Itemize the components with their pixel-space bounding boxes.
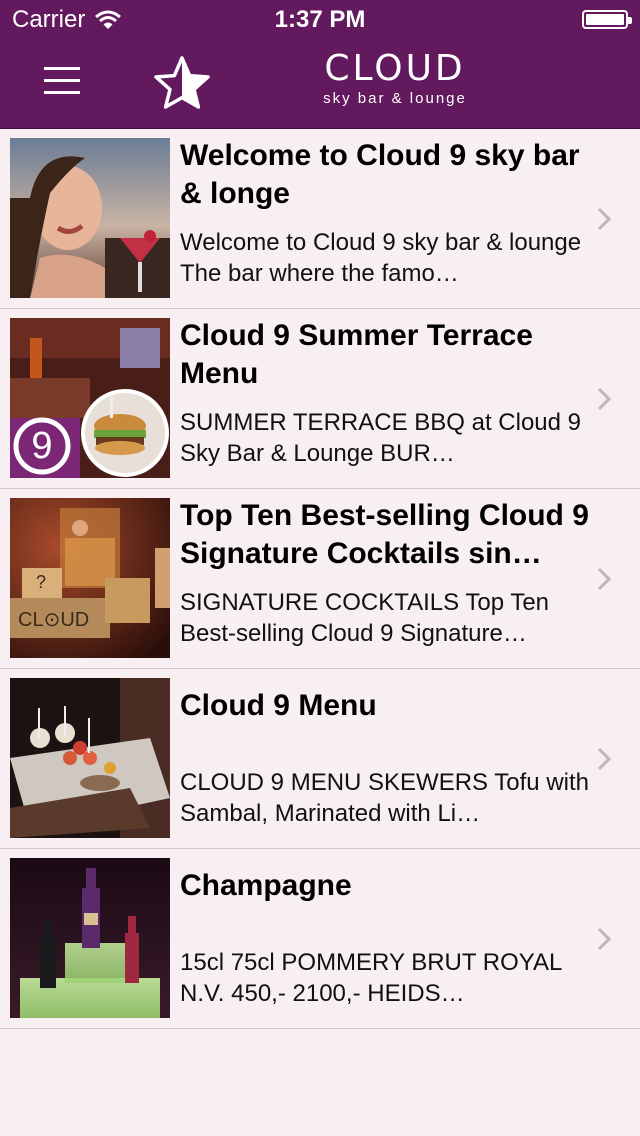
thumbnail-woman-cocktail <box>10 138 170 298</box>
item-title: Champagne <box>180 869 352 902</box>
battery-icon <box>582 10 632 29</box>
hamburger-icon[interactable] <box>38 60 86 100</box>
chevron-right-icon <box>597 567 612 591</box>
item-description: SIGNATURE COCKTAILS Top Ten Best-selling… <box>180 589 550 647</box>
svg-text:CL⊙UD: CL⊙UD <box>18 609 89 631</box>
item-title: Cloud 9 Menu <box>180 689 377 722</box>
item-description: 15cl 75cl POMMERY BRUT ROYAL N.V. 450,- … <box>180 949 562 1007</box>
item-title: Top Ten Best-selling Cloud 9 Signature C… <box>180 499 589 570</box>
item-description: CLOUD 9 MENU SKEWERS Tofu with Sambal, M… <box>180 769 589 827</box>
thumbnail-terrace-burger: 9 <box>10 318 170 478</box>
item-description: SUMMER TERRACE BBQ at Cloud 9 Sky Bar & … <box>180 409 582 467</box>
cloud-logo: CLOUD sky bar & lounge <box>310 50 480 114</box>
article-list: Welcome to Cloud 9 sky bar & longe Welco… <box>0 129 640 1029</box>
nav-header: Carrier 1:37 PM CLOUD sky bar & lounge <box>0 0 640 129</box>
list-item[interactable]: CL⊙UD ? Top Ten Best-selling Cloud 9 Sig… <box>0 489 640 669</box>
chevron-right-icon <box>597 387 612 411</box>
thumbnail-champagne-bottles <box>10 858 170 1018</box>
svg-text:?: ? <box>36 572 46 592</box>
svg-text:9: 9 <box>31 425 52 467</box>
thumbnail-signature-cocktails: CL⊙UD ? <box>10 498 170 658</box>
status-bar: Carrier 1:37 PM <box>0 0 640 40</box>
item-title: Welcome to Cloud 9 sky bar & longe <box>180 139 580 210</box>
star-icon[interactable] <box>152 54 212 110</box>
item-title: Cloud 9 Summer Terrace Menu <box>180 319 533 390</box>
chevron-right-icon <box>597 747 612 771</box>
logo-wordmark: CLOUD <box>324 48 466 89</box>
list-item[interactable]: Welcome to Cloud 9 sky bar & longe Welco… <box>0 129 640 309</box>
item-description: Welcome to Cloud 9 sky bar & lounge The … <box>180 229 582 287</box>
logo-tagline: sky bar & lounge <box>323 90 467 107</box>
list-item[interactable]: 9 Cloud 9 Summer Terrace Menu SUMMER TER… <box>0 309 640 489</box>
chevron-right-icon <box>597 927 612 951</box>
list-item[interactable]: Cloud 9 Menu CLOUD 9 MENU SKEWERS Tofu w… <box>0 669 640 849</box>
chevron-right-icon <box>597 207 612 231</box>
status-time: 1:37 PM <box>274 6 366 33</box>
list-item[interactable]: Champagne 15cl 75cl POMMERY BRUT ROYAL N… <box>0 849 640 1029</box>
thumbnail-skewers-platter <box>10 678 170 838</box>
